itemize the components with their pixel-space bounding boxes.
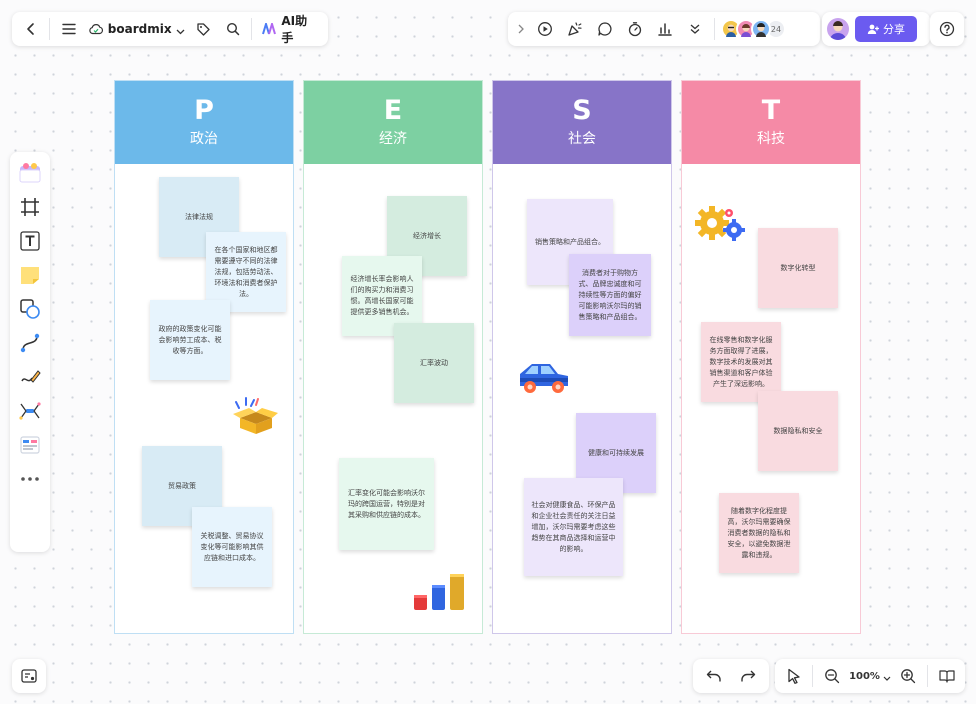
avatar bbox=[751, 19, 771, 39]
cloud-icon bbox=[88, 20, 104, 39]
more-tools-icon[interactable] bbox=[8, 462, 52, 496]
search-icon[interactable] bbox=[218, 14, 247, 44]
zoom-out-icon[interactable] bbox=[817, 661, 846, 691]
divider bbox=[714, 18, 715, 40]
ai-assistant-button[interactable]: AI助手 bbox=[256, 12, 324, 46]
vote-chart-icon[interactable] bbox=[650, 14, 680, 44]
zoom-panel: 100% bbox=[775, 659, 965, 693]
file-menu[interactable]: boardmix bbox=[84, 20, 189, 39]
sticky-note[interactable]: 汇率变化可能会影响沃尔玛的跨国运营，特别是对其采购和供应链的成本。 bbox=[339, 458, 434, 550]
top-left-toolbar: boardmix AI助手 bbox=[12, 12, 328, 46]
user-avatar[interactable] bbox=[827, 18, 849, 40]
chevron-down-icon bbox=[176, 20, 185, 39]
column-title: 经济 bbox=[379, 131, 407, 147]
column-header: E 经济 bbox=[304, 81, 482, 164]
column-title: 科技 bbox=[757, 131, 785, 147]
select-cursor-icon[interactable] bbox=[779, 661, 808, 691]
collaborators[interactable]: 24 bbox=[721, 19, 786, 39]
share-label: 分享 bbox=[883, 23, 905, 36]
sticky-note[interactable]: 随着数字化程度提高，沃尔玛需要确保消费者数据的隐私和安全，以避免数据泄露和违规。 bbox=[719, 493, 799, 573]
gears-icon bbox=[694, 204, 746, 248]
mindmap-icon[interactable] bbox=[8, 394, 52, 428]
help-icon[interactable] bbox=[932, 14, 962, 44]
collapse-chevron-icon[interactable] bbox=[512, 14, 530, 44]
minimap-panel bbox=[12, 659, 46, 693]
share-button[interactable]: 分享 bbox=[855, 16, 917, 42]
comment-icon[interactable] bbox=[590, 14, 620, 44]
sticky-note[interactable]: 关税调整、贸易协议变化等可能影响其供应链和进口成本。 bbox=[192, 507, 272, 587]
column-header: P 政治 bbox=[115, 81, 293, 164]
chevron-down-icon bbox=[883, 667, 891, 686]
menu-icon[interactable] bbox=[54, 14, 83, 44]
add-user-icon bbox=[867, 20, 879, 39]
sticky-note[interactable]: 汇率波动 bbox=[394, 323, 474, 403]
shape-icon[interactable] bbox=[8, 292, 52, 326]
more-chevrons-icon[interactable] bbox=[680, 14, 710, 44]
sticky-note[interactable]: 政府的政策变化可能会影响劳工成本、税收等方面。 bbox=[150, 300, 230, 380]
divider bbox=[927, 665, 928, 687]
column-letter: S bbox=[572, 95, 592, 126]
zoom-level-dropdown[interactable]: 100% bbox=[846, 667, 894, 686]
redo-icon[interactable] bbox=[733, 661, 763, 691]
undo-redo-panel bbox=[693, 659, 769, 693]
help-panel bbox=[930, 12, 964, 46]
column-title: 政治 bbox=[190, 131, 218, 147]
timer-icon[interactable] bbox=[620, 14, 650, 44]
top-right-toolbar: 24 bbox=[508, 12, 820, 46]
column-header: T 科技 bbox=[682, 81, 860, 164]
table-card-icon[interactable] bbox=[8, 428, 52, 462]
sticky-note[interactable]: 数据隐私和安全 bbox=[758, 391, 838, 471]
sticky-note[interactable]: 消费者对于购物方式、品牌忠诚度和可持续性等方面的偏好可能影响沃尔玛的销售策略和产… bbox=[569, 254, 651, 336]
open-box-icon bbox=[232, 396, 278, 440]
column-header: S 社会 bbox=[493, 81, 671, 164]
book-guide-icon[interactable] bbox=[932, 661, 961, 691]
zoom-level: 100% bbox=[849, 670, 880, 682]
column-letter: E bbox=[383, 95, 403, 126]
divider bbox=[812, 665, 814, 687]
undo-icon[interactable] bbox=[699, 661, 729, 691]
sticky-note[interactable]: 数字化转型 bbox=[758, 228, 838, 308]
share-panel: 分享 bbox=[822, 12, 930, 46]
text-icon[interactable] bbox=[8, 224, 52, 258]
minimap-icon[interactable] bbox=[14, 661, 44, 691]
divider bbox=[49, 18, 51, 40]
connector-line-icon[interactable] bbox=[8, 326, 52, 360]
sticky-note-icon[interactable] bbox=[8, 258, 52, 292]
column-letter: P bbox=[194, 95, 214, 126]
toy-car-icon bbox=[516, 356, 572, 400]
left-tool-palette bbox=[10, 152, 50, 552]
templates-icon[interactable] bbox=[8, 156, 52, 190]
back-icon[interactable] bbox=[16, 14, 45, 44]
ai-assistant-label: AI助手 bbox=[281, 14, 308, 45]
divider bbox=[251, 18, 253, 40]
sticky-note[interactable]: 社会对健康食品、环保产品和企业社会责任的关注日益增加，沃尔玛需要考虑这些趋势在其… bbox=[524, 478, 623, 576]
frame-icon[interactable] bbox=[8, 190, 52, 224]
zoom-in-icon[interactable] bbox=[894, 661, 923, 691]
sticky-note[interactable]: 在线零售和数字化服务方面取得了进展，数字技术的发展对其销售渠道和客户体验产生了深… bbox=[701, 322, 781, 402]
app-name: boardmix bbox=[107, 22, 172, 36]
ai-logo-icon bbox=[262, 20, 278, 39]
present-play-icon[interactable] bbox=[530, 14, 560, 44]
bar-blocks-icon bbox=[412, 572, 468, 616]
pen-icon[interactable] bbox=[8, 360, 52, 394]
column-title: 社会 bbox=[568, 131, 596, 147]
tag-icon[interactable] bbox=[189, 14, 218, 44]
celebrate-icon[interactable] bbox=[560, 14, 590, 44]
column-letter: T bbox=[761, 95, 781, 126]
